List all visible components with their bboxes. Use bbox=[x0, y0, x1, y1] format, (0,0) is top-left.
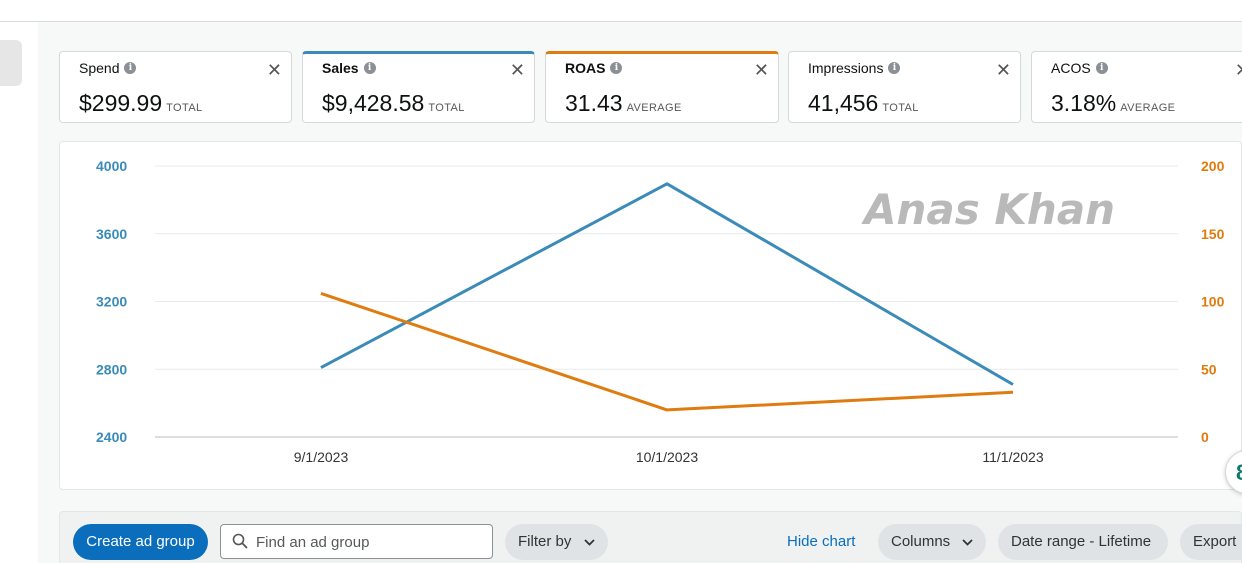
metric-label-wrap: Spend i bbox=[79, 60, 137, 76]
watermark: Anas Khan bbox=[861, 185, 1115, 234]
metric-label: Spend bbox=[79, 60, 120, 76]
close-icon[interactable]: ✕ bbox=[1235, 61, 1242, 79]
metric-label-wrap: ACOS i bbox=[1051, 60, 1108, 76]
metric-value-wrap: $9,428.58 TOTAL bbox=[322, 90, 465, 117]
right-axis-tick-label: 150 bbox=[1201, 226, 1225, 242]
info-icon[interactable]: i bbox=[610, 62, 623, 74]
metric-card-impressions[interactable]: Impressions i ✕ 41,456 TOTAL bbox=[788, 51, 1021, 123]
info-icon[interactable]: i bbox=[124, 62, 137, 74]
metric-card-acos[interactable]: ACOS i ✕ 3.18%AVERAGE bbox=[1031, 51, 1242, 123]
metric-value: 41,456 bbox=[808, 90, 879, 116]
metric-value-wrap: 41,456 TOTAL bbox=[808, 90, 919, 117]
columns-label: Columns bbox=[891, 533, 951, 550]
info-icon[interactable]: i bbox=[888, 62, 901, 74]
x-axis-tick-label: 10/1/2023 bbox=[636, 449, 698, 465]
create-ad-group-button[interactable]: Create ad group bbox=[73, 524, 208, 560]
x-axis-tick-label: 11/1/2023 bbox=[982, 449, 1043, 465]
metric-card-sales[interactable]: Sales i ✕ $9,428.58 TOTAL bbox=[302, 51, 535, 123]
help-icon: 8 bbox=[1236, 460, 1242, 486]
info-icon[interactable]: i bbox=[363, 62, 376, 74]
metric-value: $299.99 bbox=[79, 90, 163, 116]
close-icon[interactable]: ✕ bbox=[510, 61, 525, 79]
metric-label-wrap: Sales i bbox=[322, 60, 376, 76]
left-panel bbox=[0, 22, 38, 563]
metric-aggregate: TOTAL bbox=[882, 102, 919, 114]
ad-group-search bbox=[220, 524, 493, 559]
metric-card-spend[interactable]: Spend i ✕ $299.99 TOTAL bbox=[59, 51, 292, 123]
close-icon[interactable]: ✕ bbox=[996, 61, 1011, 79]
close-icon[interactable]: ✕ bbox=[754, 61, 769, 79]
left-axis-tick-label: 4000 bbox=[96, 158, 127, 174]
info-icon[interactable]: i bbox=[1095, 62, 1108, 74]
metric-aggregate: AVERAGE bbox=[1120, 102, 1176, 114]
performance-chart: 4000 200 3600 150 3200 100 2800 50 2400 0 9/1/2023… bbox=[59, 141, 1242, 490]
metric-aggregate: TOTAL bbox=[166, 102, 203, 114]
right-axis-tick-label: 0 bbox=[1201, 429, 1209, 445]
metric-aggregate: TOTAL bbox=[428, 102, 465, 114]
metric-label: Sales bbox=[322, 60, 359, 76]
right-axis-tick-label: 50 bbox=[1201, 361, 1217, 377]
filter-by-label: Filter by bbox=[518, 533, 572, 550]
hide-chart-link[interactable]: Hide chart bbox=[787, 533, 855, 550]
metric-label: ROAS bbox=[565, 60, 606, 76]
search-input[interactable] bbox=[256, 531, 481, 553]
metric-label: ACOS bbox=[1051, 60, 1091, 76]
metric-value: 3.18% bbox=[1051, 90, 1117, 116]
chevron-down-icon bbox=[583, 538, 595, 546]
right-axis-tick-label: 200 bbox=[1201, 158, 1225, 174]
metric-card-roas[interactable]: ROAS i ✕ 31.43 AVERAGE bbox=[545, 51, 779, 123]
metric-label: Impressions bbox=[808, 60, 884, 76]
columns-button[interactable]: Columns bbox=[878, 524, 986, 560]
right-axis-tick-label: 100 bbox=[1201, 294, 1225, 310]
chart-svg: 4000 200 3600 150 3200 100 2800 50 2400 0 9/1/2023… bbox=[96, 158, 1225, 465]
date-range-button[interactable]: Date range - Lifetime bbox=[998, 524, 1168, 560]
metric-label-wrap: Impressions i bbox=[808, 60, 901, 76]
export-button[interactable]: Export bbox=[1180, 524, 1242, 560]
top-bar bbox=[0, 0, 1242, 22]
metric-value: 31.43 bbox=[565, 90, 623, 116]
metric-aggregate: AVERAGE bbox=[626, 102, 682, 114]
close-icon[interactable]: ✕ bbox=[267, 61, 282, 79]
search-icon bbox=[232, 533, 248, 549]
metric-value: $9,428.58 bbox=[322, 90, 425, 116]
left-panel-tab[interactable] bbox=[0, 40, 22, 86]
metric-value-wrap: $299.99 TOTAL bbox=[79, 90, 203, 117]
x-axis-tick-label: 9/1/2023 bbox=[294, 449, 349, 465]
left-axis-tick-label: 2800 bbox=[96, 361, 127, 377]
left-axis-tick-label: 3200 bbox=[96, 294, 127, 310]
left-axis-tick-label: 3600 bbox=[96, 226, 127, 242]
metric-value-wrap: 31.43 AVERAGE bbox=[565, 90, 682, 117]
left-axis-tick-label: 2400 bbox=[96, 429, 127, 445]
metric-value-wrap: 3.18% AVERAGE bbox=[1051, 90, 1175, 117]
filter-by-button[interactable]: Filter by bbox=[505, 524, 608, 560]
metric-label-wrap: ROAS i bbox=[565, 60, 623, 76]
chevron-down-icon bbox=[962, 538, 973, 546]
